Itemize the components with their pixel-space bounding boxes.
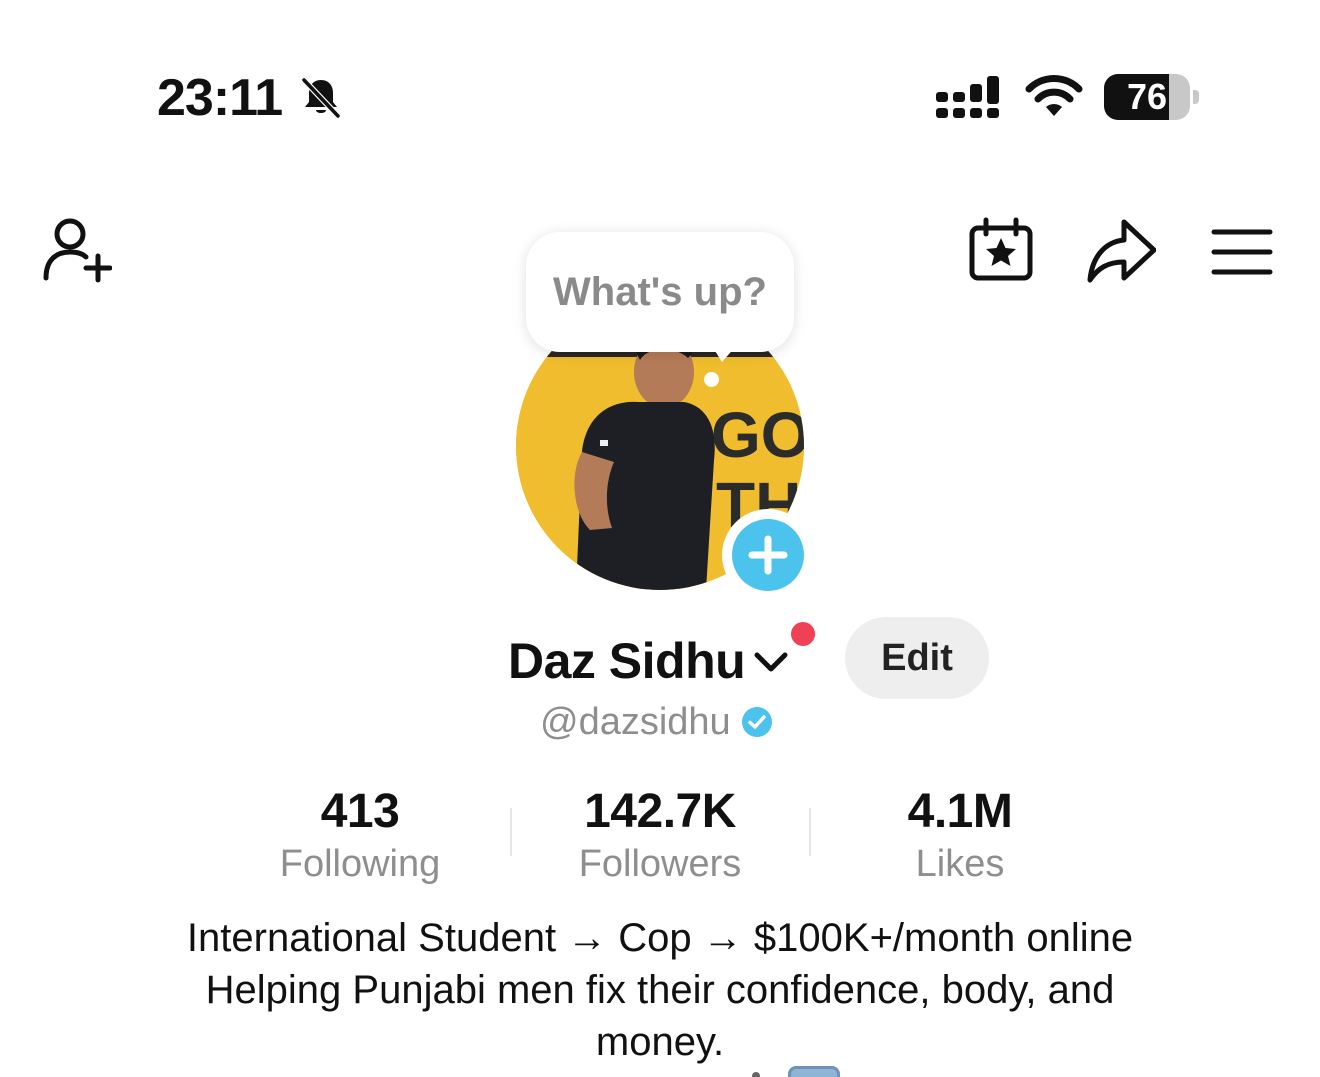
share-icon[interactable]: [1084, 214, 1156, 286]
bio-emoji-icon: [788, 1066, 840, 1077]
stat-followers[interactable]: 142.7K Followers: [560, 784, 760, 888]
notification-dot: [791, 622, 815, 646]
edit-profile-button[interactable]: Edit: [845, 617, 989, 699]
stat-divider: [809, 808, 811, 856]
cellular-signal-icon: [936, 76, 1002, 120]
chevron-down-icon[interactable]: [751, 641, 791, 681]
handle-row: @dazsidhu: [540, 700, 773, 744]
stat-value: 4.1M: [907, 785, 1013, 838]
stat-label: Followers: [578, 843, 742, 885]
calendar-star-icon[interactable]: [964, 214, 1036, 286]
stat-value: 413: [320, 785, 400, 838]
stat-likes[interactable]: 4.1M Likes: [860, 784, 1060, 888]
profile-handle: @dazsidhu: [540, 700, 731, 743]
add-friend-icon[interactable]: [40, 214, 112, 286]
profile-bio: International Student → Cop → $100K+/mon…: [120, 912, 1200, 1068]
bubble-text: What's up?: [553, 269, 767, 314]
battery-level: 76: [1126, 76, 1168, 117]
verified-badge-icon: [741, 707, 772, 737]
bio-line: money.: [595, 1020, 725, 1064]
bio-line: International Student → Cop → $100K+/mon…: [186, 916, 1134, 960]
stat-divider: [510, 808, 512, 856]
status-bubble[interactable]: What's up?: [526, 232, 794, 362]
plus-icon: [732, 519, 804, 591]
stat-following[interactable]: 413 Following: [260, 784, 460, 888]
svg-text:GO: GO: [711, 399, 804, 471]
menu-icon[interactable]: [1206, 214, 1278, 286]
profile-name-row[interactable]: Daz Sidhu: [508, 626, 791, 696]
status-time: 23:11: [157, 69, 283, 127]
status-bar: 23:11 76: [0, 0, 1320, 190]
add-story-button[interactable]: [722, 509, 814, 601]
stat-value: 142.7K: [584, 785, 736, 838]
bell-slash-icon: [298, 74, 344, 120]
bubble-dot: [704, 372, 719, 387]
wifi-icon: [1024, 74, 1084, 118]
stat-label: Following: [279, 843, 441, 885]
bio-emoji-partial: [752, 1072, 760, 1077]
bio-line: Helping Punjabi men fix their confidence…: [205, 968, 1115, 1012]
battery-icon: 76: [1104, 74, 1200, 120]
profile-name: Daz Sidhu: [508, 633, 746, 689]
stat-label: Likes: [915, 843, 1005, 885]
